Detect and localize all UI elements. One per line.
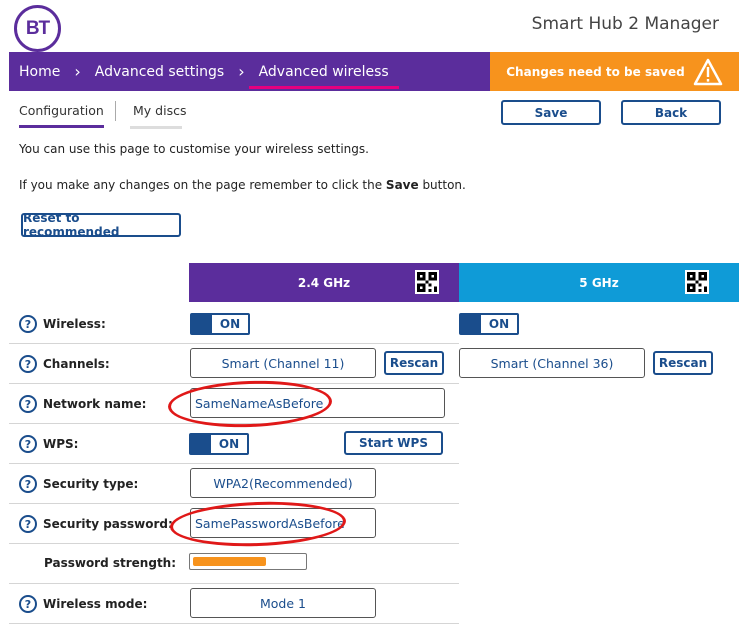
back-button[interactable]: Back	[621, 100, 721, 125]
tab-underline	[130, 126, 182, 129]
save-reminder-text: If you make any changes on the page reme…	[19, 178, 466, 192]
tab-configuration[interactable]: Configuration	[19, 103, 104, 128]
network-name-label: Network name:	[43, 397, 147, 411]
wireless-mode-select[interactable]: Mode 1	[190, 588, 376, 618]
password-strength-label: Password strength:	[44, 556, 177, 570]
help-icon[interactable]: ?	[19, 475, 37, 493]
changes-notice-text: Changes need to be saved	[506, 64, 685, 79]
tab-my-discs[interactable]: My discs	[133, 103, 186, 125]
reset-to-recommended-button[interactable]: Reset to recommended	[21, 211, 181, 239]
row-divider	[9, 583, 459, 584]
security-type-select[interactable]: WPA2(Recommended)	[190, 468, 376, 498]
row-divider	[9, 383, 459, 384]
channel-5ghz-select[interactable]: Smart (Channel 36)	[459, 348, 645, 378]
reminder-bold: Save	[385, 178, 419, 192]
rescan-2-4ghz-button[interactable]: Rescan	[384, 351, 444, 375]
channels-label: Channels:	[43, 357, 110, 371]
nav-advanced-wireless[interactable]: Advanced wireless	[248, 52, 399, 91]
help-icon[interactable]: ?	[19, 395, 37, 413]
toggle-label: ON	[488, 317, 510, 331]
wireless-5ghz-toggle[interactable]: ON	[459, 313, 519, 335]
row-wps: ? WPS:	[19, 435, 78, 453]
toggle-knob	[192, 315, 212, 333]
toggle-knob	[191, 435, 211, 453]
band-header-2-4ghz: 2.4 GHz	[189, 263, 459, 302]
save-button[interactable]: Save	[501, 100, 601, 125]
qr-code-icon[interactable]	[685, 270, 709, 294]
qr-code-icon[interactable]	[415, 270, 439, 294]
row-divider	[9, 423, 459, 424]
changes-notice: Changes need to be saved	[490, 52, 739, 91]
wps-label: WPS:	[43, 437, 79, 451]
password-strength-fill	[193, 557, 266, 566]
reminder-suffix: button.	[418, 178, 466, 192]
wireless-2-4ghz-toggle[interactable]: ON	[190, 313, 250, 335]
wireless-label: Wireless:	[43, 317, 106, 331]
reminder-prefix: If you make any changes on the page reme…	[19, 178, 386, 192]
band-2-4ghz-label: 2.4 GHz	[297, 275, 351, 290]
intro-text: You can use this page to customise your …	[19, 142, 369, 156]
row-network-name: ? Network name:	[19, 395, 146, 413]
row-divider	[9, 503, 459, 504]
security-password-input[interactable]: SamePasswordAsBefore	[190, 508, 376, 538]
help-icon[interactable]: ?	[19, 315, 37, 333]
warning-icon	[693, 58, 722, 85]
chevron-right-icon: ›	[238, 62, 245, 81]
nav-home[interactable]: Home	[9, 52, 70, 91]
network-name-input[interactable]: SameNameAsBefore	[190, 388, 445, 418]
row-divider	[9, 543, 459, 544]
app-title: Smart Hub 2 Manager	[531, 14, 719, 34]
wireless-mode-label: Wireless mode:	[43, 597, 148, 611]
toggle-knob	[461, 315, 481, 333]
password-strength-meter	[189, 553, 307, 570]
rescan-5ghz-button[interactable]: Rescan	[653, 351, 713, 375]
row-wireless: ? Wireless:	[19, 315, 106, 333]
start-wps-button[interactable]: Start WPS	[344, 431, 443, 455]
help-icon[interactable]: ?	[19, 515, 37, 533]
band-5ghz-label: 5 GHz	[579, 275, 619, 290]
chevron-right-icon: ›	[74, 62, 81, 81]
nav-advanced-settings[interactable]: Advanced settings	[85, 52, 234, 91]
row-security-password: ? Security password:	[19, 515, 173, 533]
row-channels: ? Channels:	[19, 355, 110, 373]
row-password-strength: Password strength:	[44, 556, 176, 570]
help-icon[interactable]: ?	[19, 435, 37, 453]
wps-toggle[interactable]: ON	[189, 433, 249, 455]
row-divider	[9, 343, 459, 344]
security-type-label: Security type:	[43, 477, 139, 491]
bt-logo: BT	[14, 5, 61, 52]
band-header-5ghz: 5 GHz	[459, 263, 739, 302]
row-divider	[9, 623, 459, 624]
help-icon[interactable]: ?	[19, 595, 37, 613]
security-password-label: Security password:	[43, 517, 173, 531]
breadcrumb-nav: Home › Advanced settings › Advanced wire…	[9, 52, 490, 91]
toggle-label: ON	[218, 437, 240, 451]
row-divider	[9, 463, 459, 464]
help-icon[interactable]: ?	[19, 355, 37, 373]
row-wireless-mode: ? Wireless mode:	[19, 595, 147, 613]
channel-2-4ghz-select[interactable]: Smart (Channel 11)	[190, 348, 376, 378]
row-security-type: ? Security type:	[19, 475, 138, 493]
toggle-label: ON	[219, 317, 241, 331]
tab-divider	[115, 101, 116, 121]
